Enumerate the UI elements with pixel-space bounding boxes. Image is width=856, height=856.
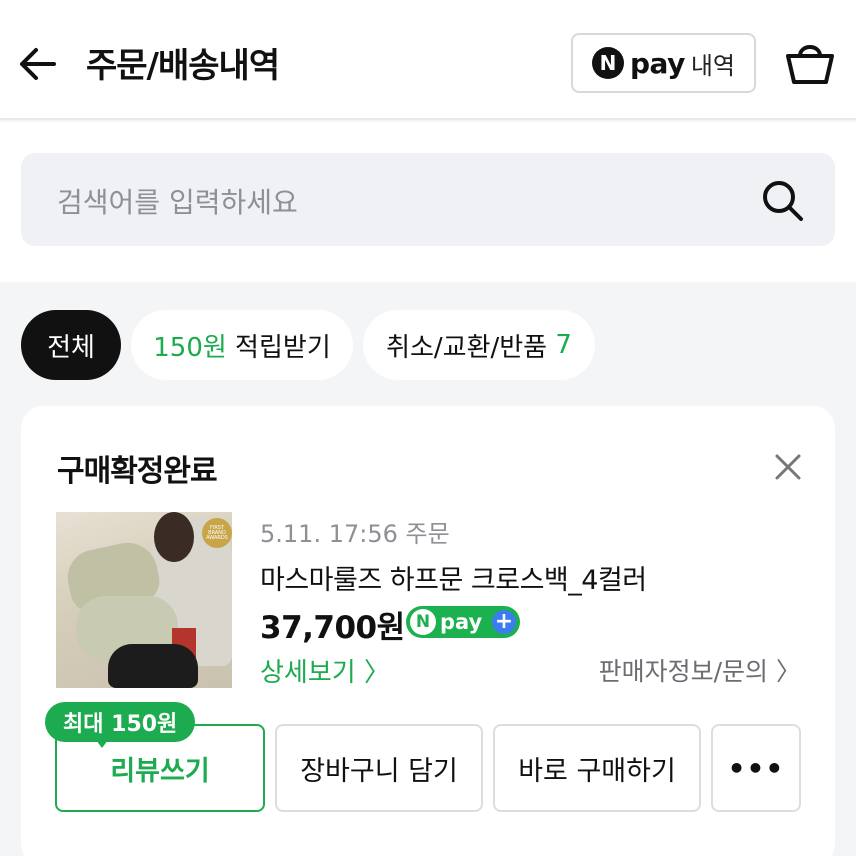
search-placeholder: 검색어를 입력하세요 (57, 186, 298, 219)
points-label: 적립받기 (226, 332, 331, 363)
shopping-bag-icon[interactable] (784, 36, 836, 88)
filter-chip-all[interactable]: 전체 (21, 310, 121, 380)
npay-history-label: 내역 (690, 51, 735, 80)
order-status: 구매확정완료 (57, 454, 218, 489)
close-icon[interactable] (773, 452, 803, 482)
filter-chip-cancel[interactable]: 취소/교환/반품 7 (363, 310, 595, 380)
seller-info-link[interactable]: 판매자정보/문의 〉 (599, 652, 801, 688)
detail-link[interactable]: 상세보기 〉 (260, 652, 390, 689)
npay-logo-icon: N (592, 47, 624, 79)
npay-logo-icon: N (410, 609, 436, 635)
cancel-label: 취소/교환/반품 (386, 332, 556, 363)
product-name[interactable]: 마스마룰즈 하프문 크로스백_4컬러 (260, 558, 647, 597)
plus-icon: + (492, 610, 516, 634)
thumb-bag (108, 644, 198, 688)
npay-word: pay (440, 610, 483, 634)
filter-chip-points[interactable]: 150원 적립받기 (131, 310, 353, 380)
npay-history-button[interactable]: N pay 내역 (571, 33, 756, 93)
search-icon[interactable] (757, 175, 809, 227)
search-section: 검색어를 입력하세요 (0, 122, 856, 282)
app-header: 주문/배송내역 N pay 내역 (0, 0, 856, 120)
more-options-button[interactable]: ••• (711, 724, 801, 812)
back-arrow-icon[interactable] (14, 40, 62, 88)
order-date: 5.11. 17:56 주문 (260, 520, 450, 548)
npay-plus-badge: N pay + (406, 606, 520, 638)
page-title: 주문/배송내역 (86, 46, 280, 86)
thumb-head (154, 512, 194, 562)
product-price: 37,700원 (260, 610, 405, 646)
cancel-count: 7 (555, 330, 572, 360)
reward-tooltip: 최대 150원 (45, 702, 196, 742)
add-to-cart-button[interactable]: 장바구니 담기 (275, 724, 483, 812)
points-amount: 150원 (153, 332, 227, 363)
reward-tooltip-tail (93, 736, 111, 748)
award-badge-icon: FIRST BRAND AWARDS (202, 518, 232, 548)
search-input[interactable]: 검색어를 입력하세요 (21, 153, 835, 246)
product-thumbnail[interactable]: FIRST BRAND AWARDS (56, 512, 232, 688)
npay-word: pay (630, 46, 685, 80)
buy-now-button[interactable]: 바로 구매하기 (493, 724, 701, 812)
order-card: 구매확정완료 FIRST BRAND AWARDS 5.11. 17:56 주문… (21, 406, 835, 856)
